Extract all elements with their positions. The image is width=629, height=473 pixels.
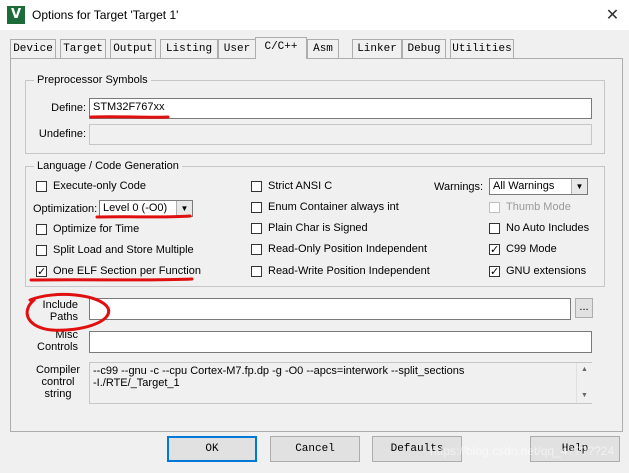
tab-c-cpp[interactable]: C/C++ — [255, 37, 307, 59]
optimization-value: Level 0 (-O0) — [103, 202, 168, 214]
strict-ansi-label: Strict ANSI C — [268, 180, 333, 192]
execute-only-checkbox[interactable] — [36, 181, 47, 192]
tab-user[interactable]: User — [218, 39, 256, 58]
warnings-select[interactable]: All Warnings ▼ — [489, 178, 588, 195]
undefine-label: Undefine: — [38, 128, 86, 140]
one-elf-checkbox[interactable]: ✓ — [36, 266, 47, 277]
one-elf-label: One ELF Section per Function — [53, 265, 201, 277]
window-title: Options for Target 'Target 1' — [32, 8, 179, 22]
chevron-down-icon: ▼ — [571, 179, 587, 194]
tab-output[interactable]: Output — [110, 39, 156, 58]
strict-ansi-checkbox[interactable] — [251, 181, 262, 192]
compiler-string-textarea[interactable]: --c99 --gnu -c --cpu Cortex-M7.fp.dp -g … — [89, 362, 592, 404]
split-load-checkbox[interactable] — [36, 245, 47, 256]
include-paths-input[interactable] — [89, 298, 571, 320]
include-paths-label: Include Paths — [30, 299, 78, 323]
compiler-label-line3: string — [44, 388, 72, 400]
compiler-string-scrollbar[interactable]: ▲ ▼ — [576, 363, 592, 403]
cancel-button[interactable]: Cancel — [270, 436, 360, 462]
tab-linker[interactable]: Linker — [352, 39, 402, 58]
misc-controls-label: Misc Controls — [30, 329, 78, 353]
chevron-down-icon: ▼ — [176, 201, 192, 216]
include-label-line1: Include — [42, 299, 78, 311]
browse-include-button[interactable]: ... — [575, 298, 593, 318]
optimization-label: Optimization: — [33, 203, 98, 215]
close-icon[interactable]: ✕ — [596, 0, 629, 30]
scroll-down-icon[interactable]: ▼ — [577, 389, 592, 403]
no-auto-includes-label: No Auto Includes — [506, 222, 590, 234]
title-bar: V Options for Target 'Target 1' ✕ — [0, 0, 629, 30]
enum-container-label: Enum Container always int — [268, 201, 399, 213]
misc-controls-input[interactable] — [89, 331, 592, 353]
no-auto-includes-checkbox[interactable] — [489, 223, 500, 234]
tab-target[interactable]: Target — [60, 39, 106, 58]
undefine-input[interactable] — [89, 124, 592, 145]
gnu-extensions-checkbox[interactable]: ✓ — [489, 266, 500, 277]
enum-container-checkbox[interactable] — [251, 202, 262, 213]
tab-strip: Device Target Output Listing User C/C++ … — [10, 37, 622, 59]
compiler-string-line2: -I./RTE/_Target_1 — [93, 377, 180, 389]
compiler-string-line1: --c99 --gnu -c --cpu Cortex-M7.fp.dp -g … — [93, 365, 465, 377]
misc-label-line1: Misc — [55, 329, 78, 341]
keil-app-icon: V — [7, 6, 25, 24]
watermark: https://blog.csdn.net/qq_4?????24 — [430, 444, 615, 458]
gnu-extensions-label: GNU extensions — [506, 265, 587, 277]
compiler-label-line1: Compiler — [35, 364, 80, 376]
define-label: Define: — [51, 102, 86, 114]
tab-device[interactable]: Device — [10, 39, 56, 58]
compiler-string-label: Compiler control string — [30, 364, 86, 400]
language-legend: Language / Code Generation — [37, 160, 179, 172]
tab-listing[interactable]: Listing — [160, 39, 218, 58]
ro-position-label: Read-Only Position Independent — [268, 243, 427, 255]
tab-utilities[interactable]: Utilities — [450, 39, 514, 58]
optimize-time-label: Optimize for Time — [53, 223, 140, 235]
plain-char-label: Plain Char is Signed — [268, 222, 368, 234]
split-load-label: Split Load and Store Multiple — [53, 244, 194, 256]
thumb-mode-checkbox[interactable] — [489, 202, 500, 213]
c99-mode-label: C99 Mode — [506, 243, 557, 255]
define-input[interactable]: STM32F767xx — [89, 98, 592, 119]
misc-label-line2: Controls — [37, 341, 78, 353]
tab-asm[interactable]: Asm — [307, 39, 339, 58]
tab-debug[interactable]: Debug — [402, 39, 446, 58]
thumb-mode-label: Thumb Mode — [506, 201, 571, 213]
ro-position-checkbox[interactable] — [251, 244, 262, 255]
ok-button[interactable]: OK — [167, 436, 257, 462]
scroll-up-icon[interactable]: ▲ — [577, 363, 592, 377]
c99-mode-checkbox[interactable]: ✓ — [489, 244, 500, 255]
optimization-select[interactable]: Level 0 (-O0) ▼ — [99, 200, 193, 217]
preprocessor-legend: Preprocessor Symbols — [37, 74, 148, 86]
warnings-value: All Warnings — [493, 180, 555, 192]
rw-position-checkbox[interactable] — [251, 266, 262, 277]
execute-only-label: Execute-only Code — [53, 180, 146, 192]
warnings-label: Warnings: — [434, 181, 484, 193]
plain-char-checkbox[interactable] — [251, 223, 262, 234]
include-label-line2: Paths — [49, 311, 78, 323]
optimize-time-checkbox[interactable] — [36, 224, 47, 235]
rw-position-label: Read-Write Position Independent — [268, 265, 430, 277]
compiler-label-line2: control — [41, 376, 75, 388]
